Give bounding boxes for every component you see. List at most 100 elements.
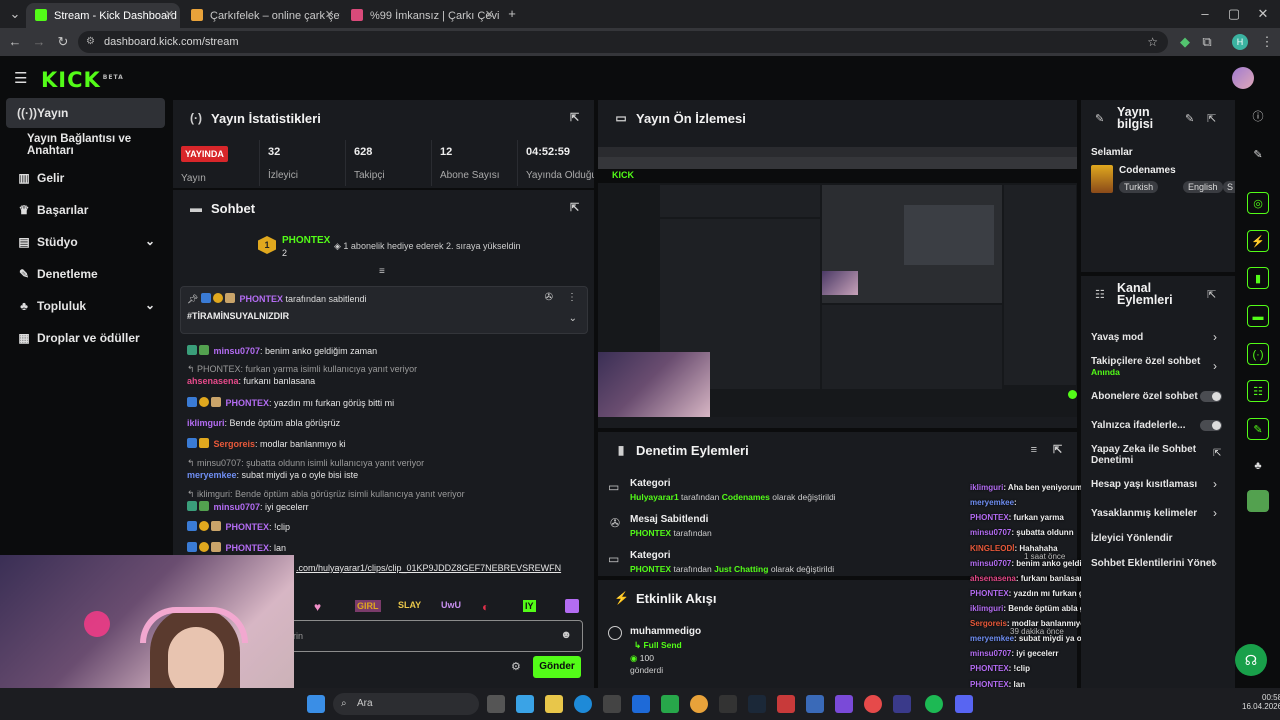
action-banned-words[interactable]: Yasaklanmış kelimeler	[1091, 508, 1197, 519]
app-icon[interactable]	[777, 695, 795, 713]
more-dots-icon[interactable]: ⋮	[567, 292, 577, 303]
shield-extension-icon[interactable]: ◆	[1176, 33, 1194, 51]
discord-icon[interactable]	[955, 695, 973, 713]
action-followers-only[interactable]: Takipçilere özel sohbet	[1091, 356, 1200, 367]
maximize-icon[interactable]: ▢	[1225, 5, 1243, 23]
tag-pill[interactable]: S	[1223, 181, 1235, 193]
chat-message[interactable]: PHONTEX: lan	[187, 542, 286, 553]
popout-icon[interactable]: ⇱	[570, 202, 582, 214]
reload-icon[interactable]: ↻	[54, 33, 72, 51]
chat-input[interactable]: rin ☻	[282, 620, 583, 652]
site-info-icon[interactable]: ⚙	[86, 31, 95, 53]
chat-message[interactable]: Sergoreis: modlar banlanmıyo ki	[187, 438, 346, 449]
action-ai-moderation[interactable]: Yapay Zeka ile Sohbet Denetimi	[1091, 444, 1209, 466]
chat-username[interactable]: PHONTEX	[226, 398, 270, 408]
chevron-right-icon[interactable]: ›	[1213, 359, 1217, 373]
chat-username[interactable]: iklimguri	[187, 418, 225, 428]
back-icon[interactable]: ←	[6, 33, 24, 51]
chat-username[interactable]: Sergoreis	[214, 439, 256, 449]
chevron-right-icon[interactable]: ›	[1213, 330, 1217, 344]
chat-bubble-icon[interactable]: ▬	[1247, 305, 1269, 327]
bookmark-star-icon[interactable]: ☆	[1147, 31, 1158, 53]
profile-avatar[interactable]: H	[1232, 34, 1248, 50]
chrome-icon[interactable]	[690, 695, 708, 713]
collapse-handle-icon[interactable]: ≡	[379, 266, 385, 277]
extensions-icon[interactable]: ⧉	[1198, 33, 1216, 51]
url-field[interactable]: ⚙ dashboard.kick.com/stream ☆	[78, 31, 1168, 53]
windows-start-icon[interactable]	[307, 695, 325, 713]
tab-imkansiz[interactable]: %99 İmkansız | Çarkı Çevir - Ra ✕	[342, 3, 500, 28]
popout-icon[interactable]: ⇱	[570, 112, 582, 124]
action-emotes-only[interactable]: Yalnızca ifadelerle...	[1091, 420, 1186, 431]
channel-settings-icon[interactable]: ☷	[1247, 380, 1269, 402]
filter-icon[interactable]: ≡	[1031, 444, 1037, 456]
sidebar-item-gelir[interactable]: ▥ Gelir	[6, 163, 165, 193]
edge-icon[interactable]	[574, 695, 592, 713]
chevron-right-icon[interactable]: ›	[1213, 477, 1217, 491]
edit-pencil-icon[interactable]: ✎	[1247, 144, 1269, 166]
close-icon[interactable]: ✕	[165, 8, 174, 21]
action-account-age[interactable]: Hesap yaşı kısıtlaması	[1091, 479, 1197, 490]
task-view-icon[interactable]	[487, 695, 505, 713]
send-button[interactable]: Gönder	[533, 656, 581, 678]
outlook-icon[interactable]	[632, 695, 650, 713]
chat-message[interactable]: iklimguri: Bende öptüm abla görüşrüz	[187, 418, 340, 428]
info-icon[interactable]: ⓘ	[1247, 106, 1269, 128]
stream-preview-video[interactable]: KICK	[598, 147, 1077, 417]
steam-icon[interactable]	[748, 695, 766, 713]
action-chat-extensions[interactable]: Sohbet Eklentilerini Yönet	[1091, 558, 1215, 569]
emoji-icon[interactable]: ☻	[560, 629, 572, 641]
chat-username[interactable]: minsu0707	[214, 346, 261, 356]
new-tab-icon[interactable]: +	[503, 5, 521, 23]
tab-carkifelek[interactable]: Çarkıfelek – online çark çevirme ✕	[182, 3, 340, 28]
document-icon[interactable]: ▮	[1247, 267, 1269, 289]
chat-message[interactable]: PHONTEX: yazdın mı furkan görüş bitti mi	[187, 397, 394, 408]
app-icon[interactable]	[806, 695, 824, 713]
close-icon[interactable]: ✕	[325, 8, 334, 21]
wrench-icon[interactable]: ✎	[1247, 418, 1269, 440]
kick-logo[interactable]: KICK BETA	[41, 68, 124, 92]
emote-slay[interactable]: SLAY	[398, 600, 421, 610]
chevron-right-icon[interactable]: ›	[1213, 506, 1217, 520]
external-link-icon[interactable]: ⇱	[1213, 448, 1221, 459]
minimize-icon[interactable]: –	[1196, 5, 1214, 23]
sidebar-item-droplar[interactable]: ▦ Droplar ve ödüller	[6, 323, 165, 353]
menu-dots-icon[interactable]: ⋮	[1258, 33, 1276, 51]
category-name[interactable]: Codenames	[1119, 165, 1176, 176]
edit-pencil-icon[interactable]: ✎	[1185, 112, 1194, 125]
chat-message[interactable]: minsu0707: iyi gecelerr	[187, 501, 309, 512]
chat-message[interactable]: meryemkee: subat miydi ya o oyle bisi is…	[187, 470, 358, 480]
app-icon[interactable]	[893, 695, 911, 713]
file-explorer-icon[interactable]	[545, 695, 563, 713]
sidebar-item-stream-key[interactable]: Yayın Bağlantısı ve Anahtarı	[6, 130, 177, 160]
lightning-icon[interactable]: ⚡	[1247, 230, 1269, 252]
chevron-down-icon[interactable]: ⌄	[569, 313, 577, 324]
chat-username[interactable]: ahsenasena	[187, 376, 239, 386]
sidebar-item-yayin[interactable]: ((·)) Yayın	[6, 98, 165, 128]
tab-search-icon[interactable]: ⌄	[6, 5, 24, 23]
chat-username[interactable]: PHONTEX	[226, 543, 270, 553]
clock[interactable]: 00:58 16.04.2026	[1242, 693, 1280, 711]
close-window-icon[interactable]: ✕	[1254, 5, 1272, 23]
heart-emote-icon[interactable]: ♥	[314, 600, 321, 614]
emotes-only-toggle[interactable]	[1200, 420, 1222, 431]
app-icon[interactable]	[864, 695, 882, 713]
community-icon[interactable]: ♣	[1247, 455, 1269, 477]
chat-username[interactable]: meryemkee	[187, 470, 237, 480]
chat-username[interactable]: PHONTEX	[226, 522, 270, 532]
action-slow-mode[interactable]: Yavaş mod	[1091, 332, 1143, 343]
sidebar-item-studyo[interactable]: ▤ Stüdyo ⌄	[6, 227, 165, 257]
activity-user[interactable]: muhammedigo	[630, 626, 701, 637]
action-raid[interactable]: İzleyici Yönlendir	[1091, 533, 1173, 544]
emote-extra-icon[interactable]	[565, 599, 579, 613]
sidebar-item-topluluk[interactable]: ♣ Topluluk ⌄	[6, 291, 165, 321]
chat-settings-gear-icon[interactable]: ⚙	[511, 660, 521, 673]
subs-only-toggle[interactable]	[1200, 391, 1222, 402]
forward-icon[interactable]: →	[30, 33, 48, 51]
chat-message[interactable]: minsu0707: benim anko geldiğim zaman	[187, 345, 377, 356]
pinned-message[interactable]: 📌︎ PHONTEX tarafından sabitlendi #TİRAMİ…	[180, 286, 588, 334]
sidebar-item-denetleme[interactable]: ✎ Denetleme	[6, 259, 165, 289]
close-icon[interactable]: ✕	[485, 8, 494, 21]
focus-icon[interactable]: ◎	[1247, 192, 1269, 214]
chat-username[interactable]: minsu0707	[214, 502, 261, 512]
